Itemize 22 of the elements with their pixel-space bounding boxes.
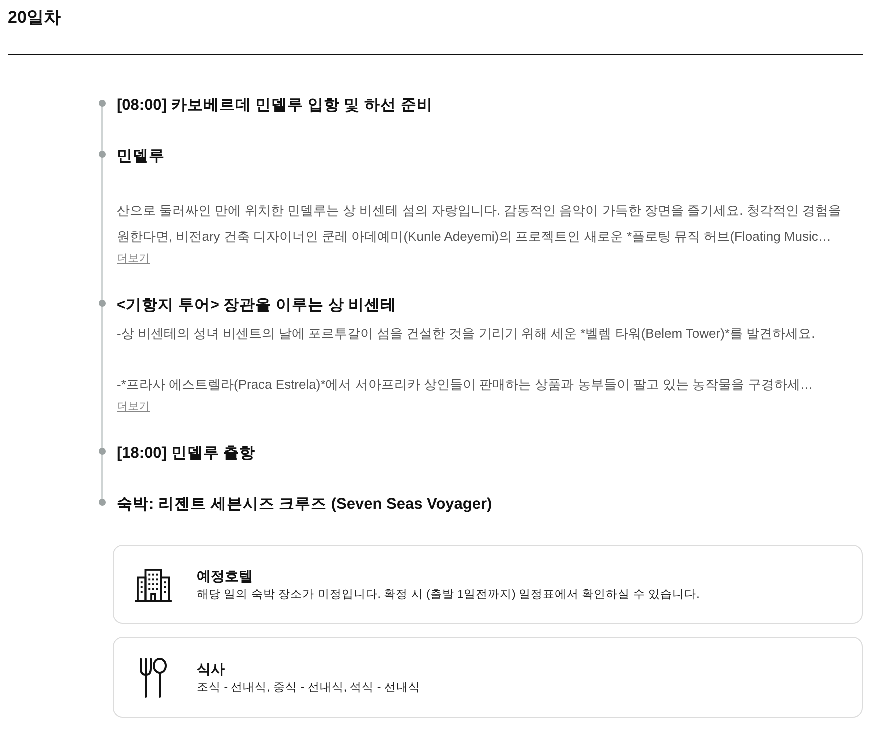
day-title: 20일차 [8, 7, 61, 29]
event-title: <기항지 투어> 장관을 이루는 상 비센테 [117, 296, 397, 316]
event-title: 숙박: 리젠트 세븐시즈 크루즈 (Seven Seas Voyager) [117, 495, 492, 515]
building-icon [134, 568, 172, 602]
card-description: 해당 일의 숙박 장소가 미정입니다. 확정 시 (출발 1일전까지) 일정표에서 확인하실 수 있습니다. [197, 588, 700, 603]
timeline-dot-icon [99, 300, 106, 307]
timeline-dot-icon [99, 151, 106, 158]
card-description: 조식 - 선내식, 중식 - 선내식, 석식 - 선내식 [197, 681, 420, 696]
timeline-dot-icon [99, 448, 106, 455]
card-title: 예정호텔 [197, 567, 254, 586]
event-title: [18:00] 민델루 출항 [117, 444, 256, 464]
timeline-dot-icon [99, 499, 106, 506]
event-description: -상 비센테의 성녀 비센트의 날에 포르투갈이 섬을 건설한 것을 기리기 위해 세운 *벨렘 타워(Belem Tower)*를 발견하세요. [117, 325, 816, 343]
card-title: 식사 [197, 660, 226, 679]
more-link[interactable]: 더보기 [117, 251, 150, 267]
event-title: [08:00] 카보베르데 민델루 입항 및 하선 준비 [117, 96, 433, 116]
timeline-dot-icon [99, 100, 106, 107]
event-description: -*프라사 에스트렐라(Praca Estrela)*에서 서아프리카 상인들이 판매하는 상품과 농부들이 팔고 있는 농작물을 구경하세… [117, 376, 814, 394]
more-link[interactable]: 더보기 [117, 399, 150, 415]
event-description: 산으로 둘러싸인 만에 위치한 민델루는 상 비센테 섬의 자랑입니다. 감동적인 음악이 가득한 장면을 즐기세요. 청각적인 경험을 원한다면, 비전ary 건축 디자이너인 쿤레 아데예미(Kunle Adeyemi)의 프로젝트인 새로운 *플로팅 뮤직 허브(Floating Music… [117, 202, 842, 246]
fork-and-spoon-icon [139, 658, 167, 698]
event-title: 민델루 [117, 147, 165, 167]
